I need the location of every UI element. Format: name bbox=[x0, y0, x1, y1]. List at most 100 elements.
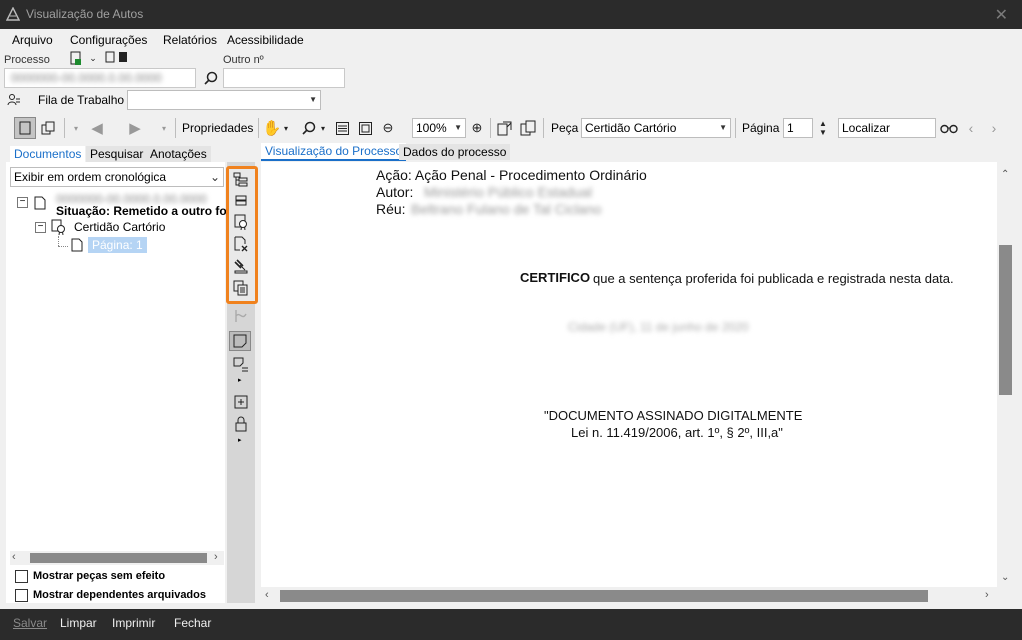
scroll-right-icon[interactable]: › bbox=[214, 551, 218, 563]
fit-page-icon[interactable] bbox=[357, 118, 373, 138]
imprimir-button[interactable]: Imprimir bbox=[112, 616, 155, 630]
queue-person-icon bbox=[6, 92, 22, 108]
toolbar-separator bbox=[490, 118, 491, 138]
mostrar-dependentes-label: Mostrar dependentes arquivados bbox=[33, 589, 206, 601]
tab-visualizacao[interactable]: Visualização do Processo bbox=[261, 143, 407, 161]
limpar-button[interactable]: Limpar bbox=[60, 616, 97, 630]
chevron-down-icon[interactable]: ⌄ bbox=[86, 50, 100, 66]
zoom-out-icon[interactable]: ⊖ bbox=[380, 118, 396, 138]
process-document-icon bbox=[33, 195, 47, 211]
fila-label: Fila de Trabalho bbox=[38, 93, 125, 107]
doc-date: Cidade (UF), 11 de junho de 2020 bbox=[568, 320, 749, 334]
scroll-left-icon[interactable]: ‹ bbox=[12, 551, 16, 563]
lock-icon[interactable] bbox=[230, 414, 252, 434]
doc-signed-line2: Lei n. 11.419/2006, art. 1º, § 2º, III,a… bbox=[571, 425, 783, 440]
doc-certifico: CERTIFICO bbox=[520, 270, 591, 285]
outro-numero-input[interactable] bbox=[223, 68, 345, 88]
doc-autor-label: Autor: bbox=[376, 184, 414, 200]
processo-input[interactable]: 0000000-00.0000.0.00.0000 bbox=[4, 68, 196, 88]
new-document-icon[interactable] bbox=[68, 50, 84, 66]
tree-page-item[interactable]: Página: 1 bbox=[88, 237, 147, 253]
pagina-label: Página bbox=[742, 121, 780, 135]
fila-select[interactable]: ▼ bbox=[127, 90, 321, 110]
search-icon[interactable] bbox=[201, 68, 221, 88]
left-scroll-thumb[interactable] bbox=[30, 553, 207, 563]
stop-icon[interactable] bbox=[118, 51, 128, 63]
zoom-dropdown-icon[interactable]: ▾ bbox=[318, 120, 328, 136]
previous-arrow-icon[interactable]: ◀ bbox=[84, 118, 110, 138]
toolbar-separator bbox=[735, 118, 736, 138]
copy-document-icon[interactable] bbox=[518, 117, 538, 139]
tab-pesquisar[interactable]: Pesquisar bbox=[86, 146, 148, 162]
doc-acao: Ação: Ação Penal - Procedimento Ordinári… bbox=[376, 167, 647, 183]
certificate-seal-icon[interactable] bbox=[230, 212, 252, 232]
propriedades-button[interactable]: Propriedades bbox=[182, 121, 253, 135]
find-next-icon[interactable]: › bbox=[986, 118, 1002, 138]
mostrar-pecas-label: Mostrar peças sem efeito bbox=[33, 570, 166, 582]
page-spinner-icon[interactable]: ▲ ▼ bbox=[816, 117, 830, 139]
menu-arquivo[interactable]: Arquivo bbox=[12, 33, 53, 47]
menu-acessibilidade[interactable]: Acessibilidade bbox=[227, 33, 304, 47]
zoom-in-icon[interactable]: ⊕ bbox=[469, 118, 485, 138]
stack-icon[interactable] bbox=[230, 191, 252, 211]
add-note-icon[interactable] bbox=[230, 392, 252, 412]
document-small-icon[interactable] bbox=[104, 50, 116, 64]
fit-width-icon[interactable] bbox=[334, 118, 350, 138]
salvar-button[interactable]: Salvar bbox=[13, 616, 47, 630]
toolbar-separator bbox=[543, 118, 544, 138]
menu-relatorios[interactable]: Relatórios bbox=[163, 33, 217, 47]
title-bar: Visualização de Autos ✕ bbox=[0, 0, 1022, 29]
hand-tool-icon[interactable]: ✋ bbox=[263, 117, 282, 139]
document-tree-icon[interactable] bbox=[230, 170, 252, 190]
mostrar-pecas-checkbox[interactable] bbox=[15, 570, 28, 583]
history-dropdown-icon[interactable]: ▾ bbox=[70, 120, 82, 136]
binoculars-icon[interactable] bbox=[939, 118, 959, 138]
tree-collapse-icon[interactable]: − bbox=[17, 197, 28, 208]
localizar-input[interactable]: Localizar bbox=[838, 118, 936, 138]
viewer-hscroll-thumb[interactable] bbox=[280, 590, 928, 602]
delete-document-icon[interactable] bbox=[230, 234, 252, 254]
pagina-input[interactable]: 1 bbox=[783, 118, 813, 138]
gavel-icon[interactable] bbox=[230, 256, 252, 276]
document-viewer bbox=[261, 162, 997, 587]
find-previous-icon[interactable]: ‹ bbox=[963, 118, 979, 138]
hand-dropdown-icon[interactable]: ▾ bbox=[281, 120, 291, 136]
export-document-icon[interactable] bbox=[495, 117, 515, 139]
order-select[interactable]: Exibir em ordem cronológica ⌄ bbox=[10, 167, 224, 187]
mostrar-dependentes-checkbox[interactable] bbox=[15, 589, 28, 602]
peca-select[interactable]: Certidão Cartório ▼ bbox=[581, 118, 731, 138]
menu-configuracoes[interactable]: Configurações bbox=[70, 33, 147, 47]
tree-connector bbox=[58, 246, 68, 247]
toolbar-separator bbox=[258, 118, 259, 138]
doc-certifico-text: que a sentença proferida foi publicada e… bbox=[593, 271, 954, 286]
tree-doc-certidao[interactable]: Certidão Cartório bbox=[74, 220, 165, 234]
expand-arrow-icon[interactable]: ▸ bbox=[238, 376, 242, 384]
note-icon[interactable] bbox=[229, 331, 251, 351]
tab-dados-processo[interactable]: Dados do processo bbox=[399, 144, 511, 160]
forward-dropdown-icon[interactable]: ▾ bbox=[158, 120, 170, 136]
tree-collapse-icon[interactable]: − bbox=[35, 222, 46, 233]
note-list-icon[interactable] bbox=[230, 355, 252, 375]
scroll-right-icon[interactable]: › bbox=[985, 589, 989, 601]
pages-icon[interactable] bbox=[38, 117, 58, 139]
window-title: Visualização de Autos bbox=[26, 7, 144, 21]
copy-pages-icon[interactable] bbox=[230, 278, 252, 298]
fechar-button[interactable]: Fechar bbox=[174, 616, 211, 630]
close-icon[interactable]: ✕ bbox=[995, 5, 1008, 25]
chevron-down-icon: ⌄ bbox=[209, 170, 220, 184]
viewer-vscroll-thumb[interactable] bbox=[999, 245, 1012, 395]
signature-disabled-icon[interactable] bbox=[230, 306, 252, 326]
doc-signed-line1: "DOCUMENTO ASSINADO DIGITALMENTE bbox=[544, 408, 803, 423]
zoom-search-icon[interactable] bbox=[300, 118, 318, 138]
doc-reu-label: Réu: bbox=[376, 201, 406, 217]
certificate-icon bbox=[51, 218, 67, 236]
dropdown-arrow-icon: ▼ bbox=[719, 123, 727, 132]
document-view-icon[interactable] bbox=[14, 117, 36, 139]
scroll-left-icon[interactable]: ‹ bbox=[265, 589, 269, 601]
next-arrow-icon[interactable]: ▶ bbox=[122, 118, 148, 138]
expand-arrow-icon[interactable]: ▸ bbox=[238, 436, 242, 444]
scroll-down-icon[interactable]: ⌄ bbox=[1001, 572, 1009, 583]
zoom-select[interactable]: 100% ▼ bbox=[412, 118, 466, 138]
scroll-up-icon[interactable]: ⌃ bbox=[1001, 169, 1009, 180]
tab-anotacoes[interactable]: Anotações bbox=[146, 146, 211, 162]
